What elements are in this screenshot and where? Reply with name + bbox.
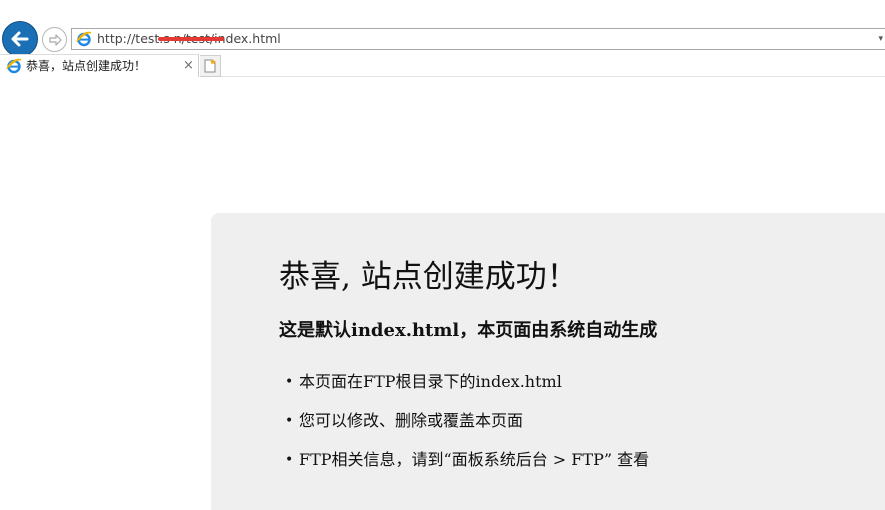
page-subtitle: 这是默认index.html，本页面由系统自动生成 <box>279 320 658 341</box>
list-item-text: 本页面在FTP根目录下的index.html <box>299 372 562 391</box>
navigation-bar: http://test.s n/test/index.html ▾ <box>0 0 885 57</box>
tab-active[interactable]: 恭喜，站点创建成功！ × <box>0 54 199 77</box>
address-bar[interactable]: http://test.s n/test/index.html ▾ <box>71 28 885 50</box>
page-title: 恭喜, 站点创建成功！ <box>279 259 578 295</box>
tab-close-icon[interactable]: × <box>183 58 194 73</box>
list-item-text: FTP相关信息，请到“面板系统后台 > FTP” 查看 <box>299 450 650 469</box>
ie-favicon-icon <box>76 31 92 47</box>
list-item-text: 您可以修改、删除或覆盖本页面 <box>299 411 524 430</box>
browser-window: http://test.s n/test/index.html ▾ 恭喜，站点创… <box>0 0 885 510</box>
forward-button[interactable] <box>42 27 67 52</box>
bullet-icon: • <box>285 413 294 429</box>
new-tab-icon <box>204 59 216 73</box>
forward-arrow-icon <box>48 33 62 46</box>
redaction-mark <box>158 37 224 41</box>
list-item: • FTP相关信息，请到“面板系统后台 > FTP” 查看 <box>279 449 649 488</box>
tab-strip: 恭喜，站点创建成功！ × <box>0 54 885 77</box>
success-panel: 恭喜, 站点创建成功！ 这是默认index.html，本页面由系统自动生成 • … <box>211 213 885 510</box>
bullet-icon: • <box>285 452 294 468</box>
list-item: • 本页面在FTP根目录下的index.html <box>279 371 649 410</box>
address-dropdown-icon[interactable]: ▾ <box>878 33 883 45</box>
bullet-icon: • <box>285 374 294 390</box>
back-button[interactable] <box>2 21 38 57</box>
info-list: • 本页面在FTP根目录下的index.html • 您可以修改、删除或覆盖本页… <box>279 371 649 488</box>
ie-favicon-icon <box>6 58 22 74</box>
page-viewport: 恭喜, 站点创建成功！ 这是默认index.html，本页面由系统自动生成 • … <box>0 77 885 510</box>
list-item: • 您可以修改、删除或覆盖本页面 <box>279 410 649 449</box>
tab-title: 恭喜，站点创建成功！ <box>26 59 147 73</box>
new-tab-button[interactable] <box>200 55 221 77</box>
back-arrow-icon <box>11 31 29 47</box>
